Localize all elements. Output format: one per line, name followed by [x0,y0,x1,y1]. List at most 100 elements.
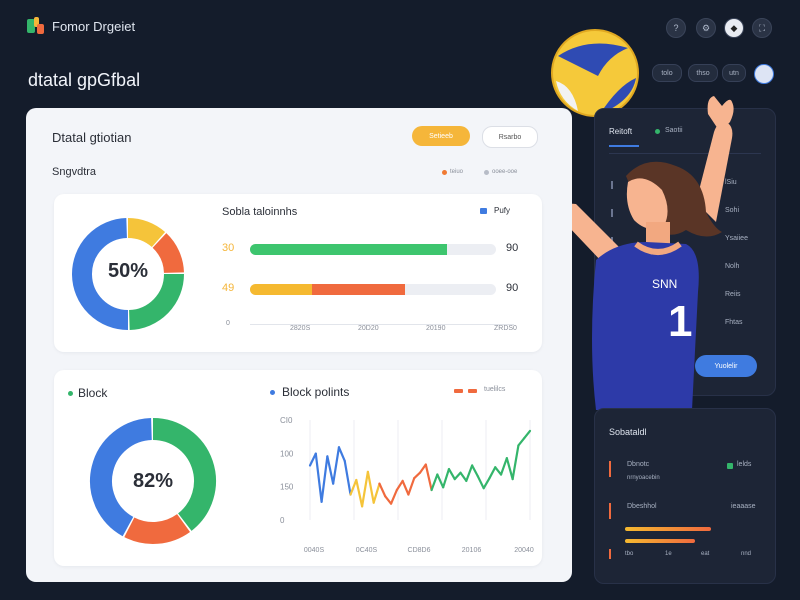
line-segment [384,495,393,505]
legend-swatch-icon [468,389,477,393]
block-label: Block [78,386,108,400]
legend-label: teiuo [450,169,464,175]
help-icon[interactable]: ? [666,18,686,38]
line-segment [355,478,364,508]
line-chart-title: Block polints [282,385,350,399]
axis-zero: 0 [226,320,230,327]
line-segment [372,482,381,504]
progress-bar-fill [250,244,447,255]
line-segment [465,464,474,483]
user-avatar[interactable] [754,64,774,84]
line-segment [320,455,329,503]
line-segment [407,477,416,496]
page-title: dtatal gpGfbal [28,70,141,90]
app-logo-icon [27,17,44,34]
side-item-tag: ieaaase [731,503,756,510]
y-tick-label: 100 [280,449,294,458]
line-segment [413,471,422,480]
side-item-label: Dbnotc [627,461,650,468]
stats-panel-top: 50% Sobla taloinnhs Pufy 30 90 49 90 0 2… [54,194,542,352]
primary-button[interactable]: Setieeb [412,126,470,146]
progress-bar-fill [250,284,312,295]
axis-tick: tbo [625,551,634,557]
line-chart-legend: tuelilcs [484,386,506,393]
line-segment [326,455,335,485]
card-title: Dtatal gtiotian [52,130,132,145]
legend-dot-icon [68,391,73,396]
donut-center-label: 50% [107,260,149,282]
line-segment [447,467,456,481]
line-segment [343,459,352,496]
brand-name: Fomor Drgeiet [52,19,136,34]
side-item-tag: lelds [737,461,752,468]
main-card: Dtatal gtiotian Setieeb Rsarbo Sngvdtra … [26,108,572,582]
progress-bar-track [250,244,496,255]
progress-bar [625,539,695,543]
legend-dot-icon [484,169,489,175]
axis-tick: eat [701,551,710,557]
line-segment [494,466,503,476]
progress-bar-track [250,284,496,295]
legend-item: ooee-ooe [484,169,517,175]
y-tick-label: 0 [280,516,285,525]
bar-label: 49 [222,282,235,294]
line-segment [424,463,433,492]
line-segment [471,464,479,478]
donut-slice [152,233,184,274]
line-segment [389,488,398,505]
side-bottom-card: Sobataldl Dbnotc nrnyoacebin lelds Dbesh… [594,408,776,584]
item-marker [609,549,611,559]
x-tick-label: 20106 [462,547,482,554]
progress-bar [625,527,711,531]
legend-swatch-icon [454,389,463,393]
svg-text:SNN: SNN [652,277,677,291]
item-marker [609,503,611,519]
axis-tick: 20D20 [358,325,379,332]
pill-filter-2[interactable]: thso [688,64,718,82]
notification-icon[interactable]: ◆ [724,18,744,38]
bar-value: 90 [506,282,519,294]
line-segment [349,478,358,496]
legend-dot-icon [270,390,275,395]
pill-filter-1[interactable]: tolo [652,64,682,82]
secondary-button[interactable]: Rsarbo [482,126,538,148]
line-segment [523,429,532,440]
axis-tick: 1e [665,551,672,557]
line-segment [476,475,485,490]
fullscreen-icon[interactable]: ⛶ [752,18,772,38]
line-segment [453,471,462,481]
bars-title: Sobla taloinnhs [222,206,298,218]
line-segment [401,479,410,496]
axis-tick: 2820S [290,325,311,332]
line-segment [517,437,526,447]
line-segment [378,482,387,498]
line-segment [314,452,323,503]
line-segment [499,457,508,476]
section-label: Sngvdtra [52,166,97,178]
side-item-sub: nrnyoacebin [627,475,660,481]
progress-bar-fill [311,284,405,295]
pill-filter-3[interactable]: utn [722,64,746,82]
line-segment [459,471,468,483]
donut-center-label: 82% [132,470,174,492]
x-tick-label: CD8D6 [408,547,431,554]
line-segment [511,444,520,481]
item-marker [609,461,611,477]
bar-value: 90 [506,242,519,254]
stats-panel-bottom: Block 82% Block polints tuelilcs CI0 100 1… [54,370,542,566]
line-segment [488,466,497,480]
line-segment [361,470,369,508]
donut-slice [124,513,191,544]
settings-icon[interactable]: ⚙ [696,18,716,38]
x-tick-label: 20040 [514,547,534,554]
axis-tick: ZRDS0 [494,325,517,332]
legend-label: ooee-ooe [492,169,518,175]
legend-square-icon [480,208,487,214]
side-item-label: Dbeshhol [627,503,657,510]
line-segment [505,457,514,481]
y-tick-label: CI0 [280,416,293,425]
axis-tick: 20190 [426,325,446,332]
legend-item: teiuo [442,169,463,175]
bar-label: 30 [222,242,235,254]
line-segment [366,470,375,504]
